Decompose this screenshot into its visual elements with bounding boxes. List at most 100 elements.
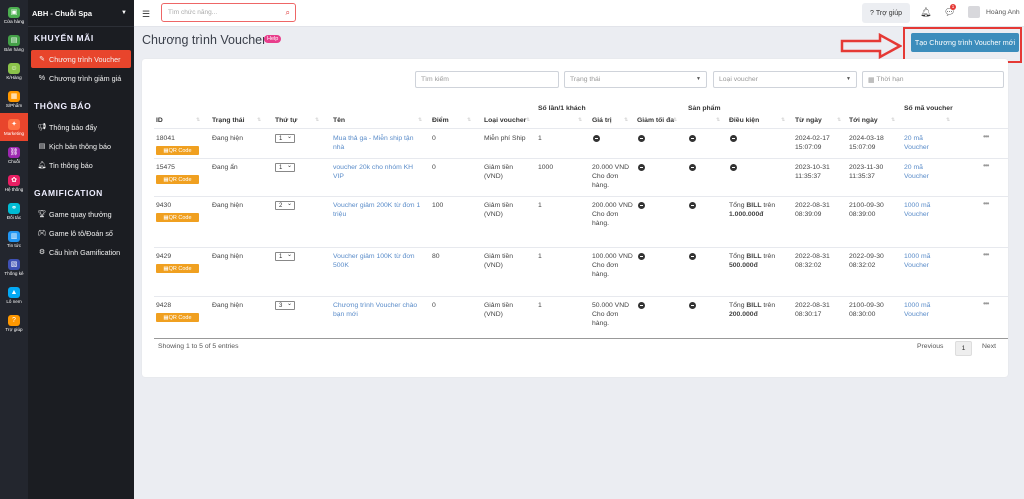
sort-icon[interactable]: ⇅ — [315, 117, 319, 123]
create-voucher-button[interactable]: Tạo Chương trình Voucher mới — [911, 33, 1019, 52]
sidebar-item[interactable]: ⚙ Cấu hình Gamification — [31, 243, 131, 261]
sort-icon[interactable]: ⇅ — [781, 117, 785, 123]
next-button[interactable]: Next — [982, 343, 996, 350]
condition-bill: BILL — [746, 302, 762, 309]
qr-code-button[interactable]: ▦ QR Code — [156, 264, 199, 273]
condition-mid: trên — [763, 302, 776, 309]
cell-codes[interactable]: 1000 mã Voucher — [904, 201, 944, 219]
cell-codes[interactable]: 1000 mã Voucher — [904, 301, 944, 319]
cell-to: 2022-09-30 08:32:02 — [849, 253, 884, 269]
rail-item[interactable]: ▲ Lô nem — [0, 281, 28, 309]
sort-icon[interactable]: ⇅ — [946, 117, 950, 123]
sort-icon[interactable]: ⇅ — [673, 117, 677, 123]
page-1-button[interactable]: 1 — [955, 341, 972, 356]
order-select[interactable]: 1 — [275, 251, 295, 261]
row-actions-icon[interactable]: ••• — [983, 132, 989, 141]
rail-item[interactable]: ⛓ Chuỗi — [0, 141, 28, 169]
search-icon[interactable]: ⌕ — [286, 8, 290, 18]
cell-type: Giảm tiền (VND) — [484, 253, 514, 269]
cell-codes[interactable]: 1000 mã Voucher — [904, 252, 944, 270]
cell-id: 9428 — [156, 302, 172, 309]
rail-item[interactable]: ▦ S/Phẩm — [0, 85, 28, 113]
rail-label: Đối tác — [6, 214, 22, 220]
previous-button[interactable]: Previous — [917, 343, 943, 350]
rail-icon: ▲ — [8, 286, 20, 298]
rail-item[interactable]: ▥ Tin tức — [0, 225, 28, 253]
sidebar-section-title: KHUYẾN MÃI — [34, 33, 94, 43]
order-select[interactable]: 3 — [275, 300, 295, 310]
rail-item[interactable]: ✿ Hệ thống — [0, 169, 28, 197]
sort-icon[interactable]: ⇅ — [418, 117, 422, 123]
cell-codes[interactable]: 20 mã Voucher — [904, 134, 944, 152]
qr-code-button[interactable]: ▦ QR Code — [156, 175, 199, 184]
cell-status: Đang hiện — [212, 202, 243, 209]
calendar-icon: ▦ — [868, 76, 875, 84]
sort-icon[interactable]: ⇅ — [578, 117, 582, 123]
row-actions-icon[interactable]: ••• — [983, 199, 989, 208]
column-header[interactable]: Tên — [333, 116, 428, 125]
sidebar-item[interactable]: 🔔︎ Tin thông báo — [31, 156, 131, 174]
cell-name[interactable]: Voucher giảm 100K từ đơn 500K — [333, 252, 425, 270]
help-button[interactable]: ? Trợ giúp — [862, 3, 910, 23]
cell-points: 100 — [432, 202, 444, 209]
sidebar-item[interactable]: ✎ Chương trình Voucher — [31, 50, 131, 68]
rail-item[interactable]: ⚭ Đối tác — [0, 197, 28, 225]
column-header[interactable]: Sản phẩm — [688, 104, 726, 113]
rail-item[interactable]: ☺ K/Hàng — [0, 57, 28, 85]
rail-item[interactable]: ? Trợ giúp — [0, 309, 28, 337]
sort-icon[interactable]: ⇅ — [891, 117, 895, 123]
rail-item[interactable]: ✦ Marketing — [0, 113, 28, 141]
cell-status: Đang hiện — [212, 135, 243, 142]
user-name[interactable]: Hoàng Anh — [986, 9, 1020, 16]
row-divider — [154, 158, 1008, 159]
period-input[interactable]: ▦ Thời hạn — [862, 71, 1004, 88]
qr-code-button[interactable]: ▦ QR Code — [156, 146, 199, 155]
order-select[interactable]: 2 — [275, 200, 295, 210]
sidebar-item[interactable]: 🏆︎ Game quay thưởng — [31, 205, 131, 223]
qr-code-button[interactable]: ▦ QR Code — [156, 313, 199, 322]
qr-code-button[interactable]: ▦ QR Code — [156, 213, 199, 222]
help-badge[interactable]: Help — [264, 35, 282, 43]
bell-icon[interactable]: 🔔︎ — [920, 7, 931, 18]
hamburger-icon[interactable]: ☰ — [142, 9, 150, 20]
rail-item[interactable]: ▣ Cửa hàng — [0, 1, 28, 29]
sort-icon[interactable]: ⇅ — [196, 117, 200, 123]
cell-name[interactable]: Mua thả ga - Miễn ship tận nhà — [333, 134, 425, 152]
status-select[interactable]: Trạng thái ▼ — [564, 71, 707, 88]
order-select[interactable]: 1 — [275, 133, 295, 143]
sort-icon[interactable]: ⇅ — [624, 117, 628, 123]
column-header[interactable]: Số lần/1 khách — [538, 104, 588, 113]
sidebar-item[interactable]: ▤ Kịch bản thông báo — [31, 137, 131, 155]
sort-icon[interactable]: ⇅ — [716, 117, 720, 123]
cell-name[interactable]: voucher 20k cho nhóm KH VIP — [333, 163, 425, 181]
sort-icon[interactable]: ⇅ — [526, 117, 530, 123]
cell-name[interactable]: Chương trình Voucher chào bạn mới — [333, 301, 425, 319]
function-search-input[interactable]: Tìm chức năng... ⌕ — [161, 3, 296, 22]
cell-name[interactable]: Voucher giảm 200K từ đơn 1 triệu — [333, 201, 425, 219]
cell-codes[interactable]: 20 mã Voucher — [904, 163, 944, 181]
voucher-type-select[interactable]: Loại voucher ▼ — [713, 71, 857, 88]
avatar[interactable] — [968, 6, 980, 18]
row-actions-icon[interactable]: ••• — [983, 161, 989, 170]
rail-icon: ⛓ — [8, 146, 20, 158]
sort-icon[interactable]: ⇅ — [837, 117, 841, 123]
sidebar-item[interactable]: 🎮︎ Game lô tô/Đoán số — [31, 224, 131, 242]
cell-value: 100.000 VND Cho đơn hàng. — [592, 253, 633, 278]
megaphone-icon: 📢︎ — [37, 124, 47, 131]
row-actions-icon[interactable]: ••• — [983, 299, 989, 308]
cell-from: 2023-10-31 11:35:37 — [795, 164, 830, 180]
rail-item[interactable]: ▧ Thống kê — [0, 253, 28, 281]
sort-icon[interactable]: ⇅ — [467, 117, 471, 123]
brand-switcher[interactable]: ABH - Chuỗi Spa ▼ — [28, 0, 134, 27]
sidebar-item[interactable]: % Chương trình giảm giá — [31, 69, 131, 87]
sort-icon[interactable]: ⇅ — [257, 117, 261, 123]
sidebar-item[interactable]: 📢︎ Thông báo đẩy — [31, 118, 131, 136]
cell-id: 18041 — [156, 135, 175, 142]
order-select[interactable]: 1 — [275, 162, 295, 172]
rail-item[interactable]: ▤ Bán hàng — [0, 29, 28, 57]
column-header[interactable]: Số mã voucher — [904, 104, 956, 113]
search-input[interactable]: Tìm kiếm — [415, 71, 559, 88]
row-actions-icon[interactable]: ••• — [983, 250, 989, 259]
search-placeholder: Tìm chức năng... — [168, 9, 218, 16]
